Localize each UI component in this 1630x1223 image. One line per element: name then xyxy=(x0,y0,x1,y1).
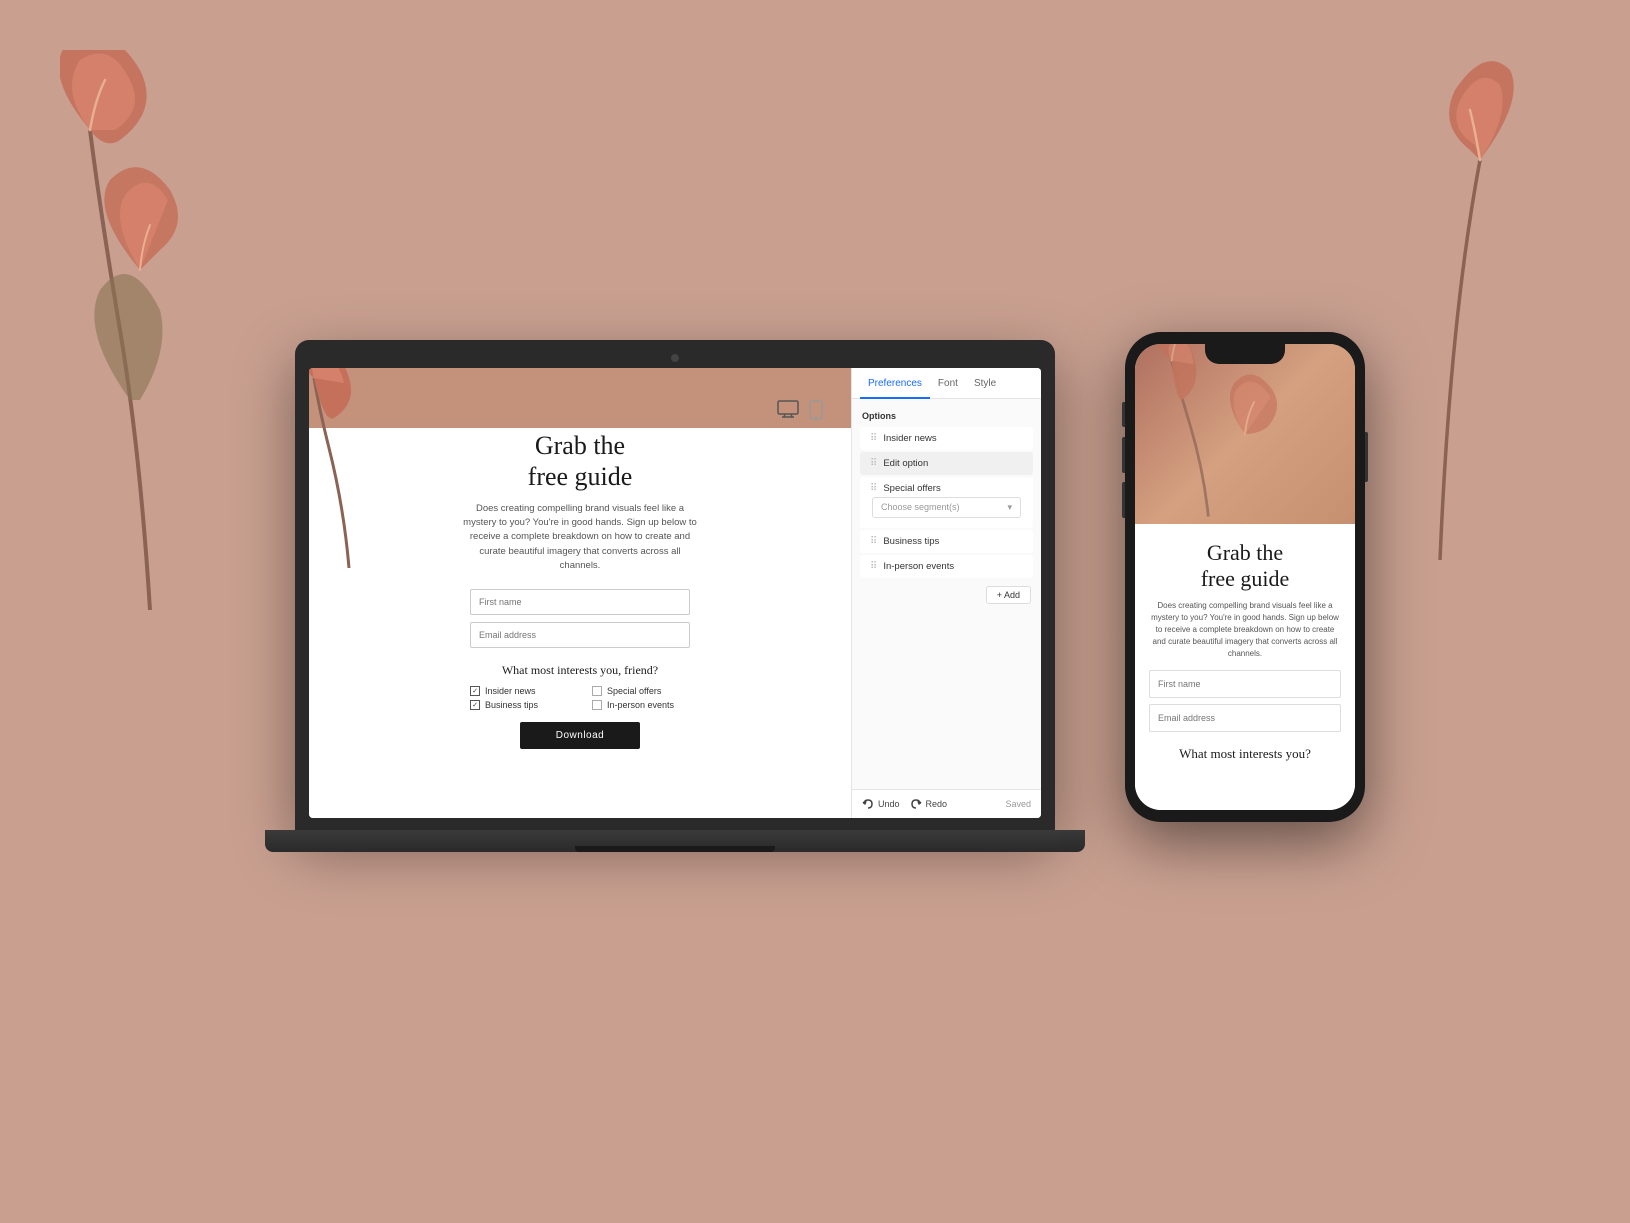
redo-button[interactable]: Redo xyxy=(910,798,948,810)
tab-font[interactable]: Font xyxy=(930,368,966,399)
phone-screen: Grab the free guide Does creating compel… xyxy=(1135,344,1355,810)
form-title: Grab the free guide xyxy=(528,430,633,492)
checkbox-in-person-events[interactable]: In-person events xyxy=(592,700,690,710)
phone-content: Grab the free guide Does creating compel… xyxy=(1135,524,1355,810)
laptop-camera xyxy=(671,354,679,362)
phone-power-button xyxy=(1365,432,1368,482)
panel-body: Options ⠿ Insider news ⠿ Edit option xyxy=(852,399,1041,789)
phone-first-name-input[interactable] xyxy=(1149,670,1341,698)
form-question: What most interests you, friend? xyxy=(502,663,658,678)
option-edit-option-label: Edit option xyxy=(883,458,928,469)
phone-body: Grab the free guide Does creating compel… xyxy=(1125,332,1365,822)
checkbox-special-offers-box[interactable] xyxy=(592,686,602,696)
phone-email-input[interactable] xyxy=(1149,704,1341,732)
drag-handle-events: ⠿ xyxy=(870,561,877,572)
tab-style[interactable]: Style xyxy=(966,368,1004,399)
option-special-offers-label: Special offers xyxy=(883,483,940,494)
option-special-offers-header[interactable]: ⠿ Special offers xyxy=(864,481,1029,497)
drag-handle-business: ⠿ xyxy=(870,536,877,547)
laptop-screen: Grab the free guide Does creating compel… xyxy=(309,368,1041,818)
device-icons-row xyxy=(337,400,823,420)
checkbox-special-offers[interactable]: Special offers xyxy=(592,686,690,696)
download-button[interactable]: Download xyxy=(520,722,640,749)
special-offers-section: ⠿ Special offers Choose segment(s) ▾ xyxy=(860,477,1033,528)
segment-dropdown[interactable]: Choose segment(s) ▾ xyxy=(872,497,1021,518)
phone-vol-down-button xyxy=(1122,482,1125,518)
form-preview-area: Grab the free guide Does creating compel… xyxy=(309,368,851,818)
undo-icon xyxy=(862,798,874,810)
checkbox-grid: Insider news Special offers Business tip… xyxy=(470,686,690,710)
options-section-label: Options xyxy=(852,403,1041,425)
phone-vol-up-button xyxy=(1122,437,1125,473)
phone-silent-button xyxy=(1122,402,1125,427)
checkbox-special-offers-label: Special offers xyxy=(607,686,661,696)
segment-placeholder: Choose segment(s) xyxy=(881,502,960,512)
option-business-tips[interactable]: ⠿ Business tips xyxy=(860,530,1033,553)
laptop-body: Grab the free guide Does creating compel… xyxy=(295,340,1055,830)
phone-title: Grab the free guide xyxy=(1149,540,1341,593)
tab-preferences[interactable]: Preferences xyxy=(860,368,930,399)
redo-label: Redo xyxy=(926,799,948,809)
email-input[interactable] xyxy=(470,622,690,648)
option-in-person-events[interactable]: ⠿ In-person events xyxy=(860,555,1033,578)
option-in-person-events-label: In-person events xyxy=(883,561,954,572)
checkbox-insider-news[interactable]: Insider news xyxy=(470,686,568,696)
add-button-row: + Add xyxy=(852,580,1041,610)
phone-device: Grab the free guide Does creating compel… xyxy=(1125,332,1365,822)
add-option-button[interactable]: + Add xyxy=(986,586,1031,604)
phone-notch xyxy=(1205,344,1285,364)
option-business-tips-label: Business tips xyxy=(883,536,939,547)
drag-handle-insider: ⠿ xyxy=(870,433,877,444)
panel-tabs: Preferences Font Style xyxy=(852,368,1041,399)
phone-flower-svg xyxy=(1135,344,1355,524)
drag-handle-edit: ⠿ xyxy=(870,458,877,469)
undo-button[interactable]: Undo xyxy=(862,798,900,810)
first-name-input[interactable] xyxy=(470,589,690,615)
mobile-icon[interactable] xyxy=(809,400,823,420)
checkbox-business-tips-label: Business tips xyxy=(485,700,538,710)
checkbox-in-person-events-label: In-person events xyxy=(607,700,674,710)
laptop-base xyxy=(265,830,1085,852)
form-preview-content: Grab the free guide Does creating compel… xyxy=(337,400,823,750)
laptop-device: Grab the free guide Does creating compel… xyxy=(265,340,1085,852)
option-insider-news[interactable]: ⠿ Insider news xyxy=(860,427,1033,450)
checkbox-business-tips-box[interactable] xyxy=(470,700,480,710)
dropdown-chevron: ▾ xyxy=(1007,502,1012,513)
panel-footer: Undo Redo Saved xyxy=(852,789,1041,818)
redo-icon xyxy=(910,798,922,810)
settings-panel: Preferences Font Style Options ⠿ Insider… xyxy=(851,368,1041,818)
phone-hero xyxy=(1135,344,1355,524)
phone-subtitle: Does creating compelling brand visuals f… xyxy=(1149,600,1341,660)
option-edit-option[interactable]: ⠿ Edit option xyxy=(860,452,1033,475)
undo-label: Undo xyxy=(878,799,900,809)
desktop-icon[interactable] xyxy=(777,400,799,418)
drag-handle-special: ⠿ xyxy=(870,483,877,494)
phone-question: What most interests you? xyxy=(1149,746,1341,762)
scene-container: Grab the free guide Does creating compel… xyxy=(265,332,1365,852)
form-subtitle: Does creating compelling brand visuals f… xyxy=(460,502,700,573)
checkbox-insider-news-label: Insider news xyxy=(485,686,536,696)
saved-status: Saved xyxy=(1005,799,1031,809)
option-insider-news-label: Insider news xyxy=(883,433,936,444)
checkbox-insider-news-box[interactable] xyxy=(470,686,480,696)
checkbox-in-person-events-box[interactable] xyxy=(592,700,602,710)
checkbox-business-tips[interactable]: Business tips xyxy=(470,700,568,710)
